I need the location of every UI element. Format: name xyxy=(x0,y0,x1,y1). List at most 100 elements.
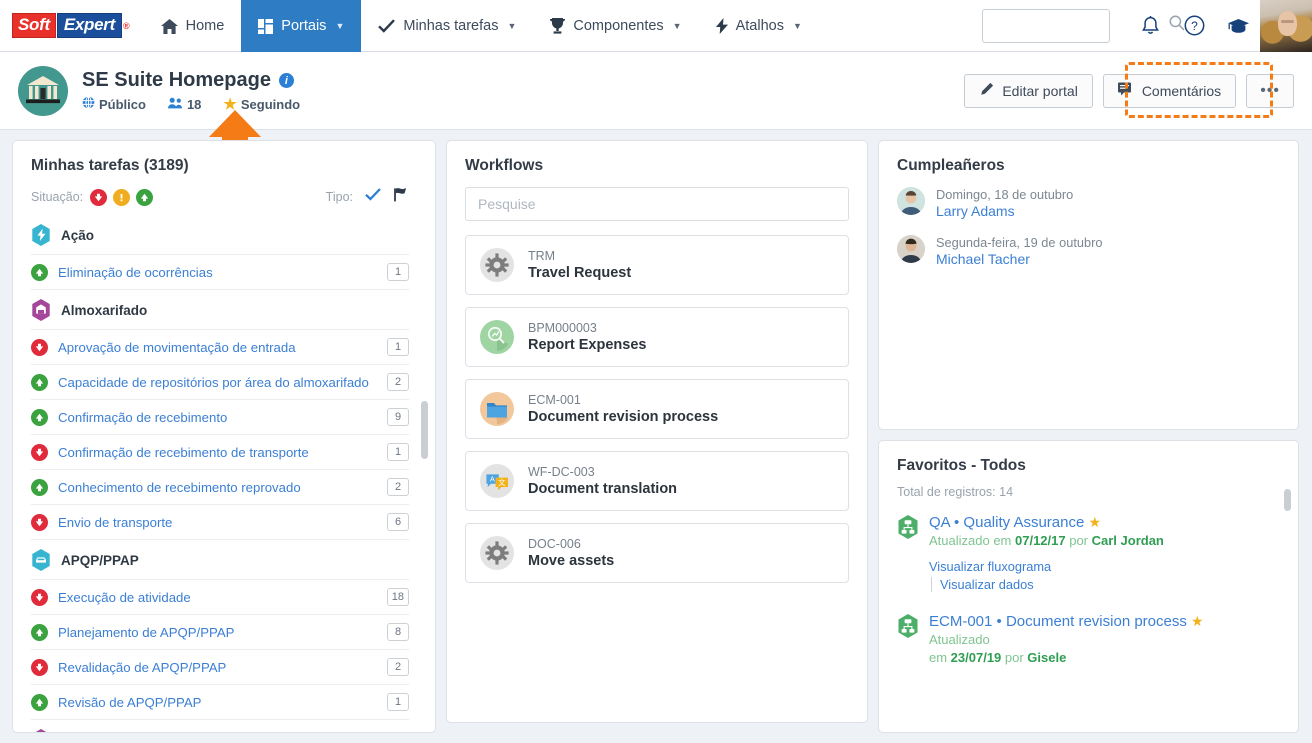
birthday-item[interactable]: Segunda-feira, 19 de outubro Michael Tac… xyxy=(879,233,1298,281)
comment-icon xyxy=(1117,82,1134,99)
bank-building-icon xyxy=(26,75,60,103)
task-name[interactable]: Envio de transporte xyxy=(58,515,377,530)
task-name[interactable]: Planejamento de APQP/PPAP xyxy=(58,625,377,640)
task-status-ontime-icon xyxy=(31,693,48,711)
favorites-scrollbar-thumb[interactable] xyxy=(1284,489,1291,511)
nav-item-portais[interactable]: Portais ▼ xyxy=(241,0,362,52)
workflow-item-text: ECM-001 Document revision process xyxy=(528,393,718,425)
task-row[interactable]: Revisão de APQP/PPAP 1 xyxy=(31,684,409,719)
softexpert-logo[interactable]: Soft Expert ® xyxy=(0,0,144,51)
workflow-item[interactable]: DOC-006 Move assets xyxy=(465,523,849,583)
task-status-late-icon xyxy=(31,338,48,356)
favorite-title[interactable]: ECM-001 • Document revision process ★ xyxy=(929,612,1268,631)
filter-type-task-icon[interactable] xyxy=(365,188,381,206)
help-icon[interactable]: ? xyxy=(1172,0,1216,52)
workflow-name: Document translation xyxy=(528,481,678,497)
task-name[interactable]: Conhecimento de recebimento reprovado xyxy=(58,480,377,495)
task-row[interactable]: Envio de transporte 6 xyxy=(31,504,409,539)
filter-status-ontime-icon[interactable] xyxy=(136,188,154,206)
top-navigation-bar: Soft Expert ® Home Portais ▼ Minhas tarefa… xyxy=(0,0,1312,52)
task-name[interactable]: Confirmação de recebimento xyxy=(58,410,377,425)
favorite-updated-by-label: por xyxy=(1065,533,1092,549)
portal-visibility-label: Público xyxy=(99,96,146,112)
favorite-link-flowchart[interactable]: Visualizar fluxograma xyxy=(929,559,1268,574)
task-status-late-icon xyxy=(31,658,48,676)
global-search[interactable] xyxy=(982,8,1185,43)
bell-icon[interactable] xyxy=(1128,0,1172,52)
birthday-item[interactable]: Domingo, 18 de outubro Larry Adams xyxy=(879,185,1298,233)
more-options-button[interactable]: ••• xyxy=(1246,73,1294,108)
task-row[interactable]: Execução de atividade 18 xyxy=(31,579,409,614)
favorite-link-data[interactable]: Visualizar dados xyxy=(931,577,1268,593)
workflow-item[interactable]: TRM Travel Request xyxy=(465,235,849,295)
portal-following[interactable]: ★ Seguindo xyxy=(223,97,300,112)
task-name[interactable]: Revalidação de APQP/PPAP xyxy=(58,660,377,675)
favorite-updated-prefix: Atualizado em xyxy=(929,533,1015,549)
nav-item-componentes[interactable]: Componentes ▼ xyxy=(533,0,698,52)
favorite-item[interactable]: ECM-001 • Document revision process ★ At… xyxy=(879,602,1298,677)
comments-button[interactable]: Comentários xyxy=(1102,73,1237,108)
workflow-item-text: DOC-006 Move assets xyxy=(528,537,614,569)
workflow-search-input[interactable] xyxy=(478,196,836,212)
grid-icon xyxy=(258,18,274,34)
workflow-item[interactable]: BPM000003 Report Expenses xyxy=(465,307,849,367)
chevron-down-icon: ▼ xyxy=(672,21,682,31)
task-row[interactable]: Capacidade de repositórios por área do a… xyxy=(31,364,409,399)
filter-status-late-icon[interactable] xyxy=(90,188,108,206)
pencil-icon xyxy=(979,82,994,100)
workflow-search[interactable] xyxy=(465,187,849,221)
task-name[interactable]: Execução de atividade xyxy=(58,590,377,605)
task-status-ontime-icon xyxy=(31,478,48,496)
info-icon[interactable]: i xyxy=(278,73,294,88)
workflow-code: WF-DC-003 xyxy=(528,465,595,479)
nav-item-minhas-tarefas[interactable]: Minhas tarefas ▼ xyxy=(361,0,533,52)
task-name[interactable]: Revisão de APQP/PPAP xyxy=(58,695,377,710)
nav-item-atalhos[interactable]: Atalhos ▼ xyxy=(699,0,819,52)
task-row[interactable]: Planejamento de APQP/PPAP 8 xyxy=(31,614,409,649)
workflow-item[interactable]: ECM-001 Document revision process xyxy=(465,379,849,439)
portal-members[interactable]: 18 xyxy=(167,97,201,112)
task-row[interactable]: Revalidação de APQP/PPAP 2 xyxy=(31,649,409,684)
column-middle: Workflows TRM Travel Request xyxy=(446,140,868,723)
task-group-header[interactable]: Arquivo Físico xyxy=(31,719,409,732)
task-group-header[interactable]: Ação xyxy=(31,215,409,254)
task-group-header[interactable]: Almoxarifado xyxy=(31,289,409,329)
task-filters: Situação: Tipo: xyxy=(13,185,435,215)
favorite-title[interactable]: QA • Quality Assurance ★ xyxy=(929,513,1268,532)
graduation-cap-icon[interactable] xyxy=(1216,0,1260,52)
filter-type-flag-icon[interactable] xyxy=(393,187,409,207)
portal-visibility[interactable]: Público xyxy=(82,96,146,112)
task-row[interactable]: Confirmação de recebimento de transporte… xyxy=(31,434,409,469)
user-avatar[interactable] xyxy=(1260,0,1312,52)
task-name[interactable]: Aprovação de movimentação de entrada xyxy=(58,340,377,355)
favorite-updated: Atualizado em 07/12/17 por Carl Jordan xyxy=(929,533,1268,550)
gear-icon xyxy=(480,536,514,570)
birthday-person-name[interactable]: Michael Tacher xyxy=(936,251,1103,267)
task-row[interactable]: Aprovação de movimentação de entrada 1 xyxy=(31,329,409,364)
task-row[interactable]: Eliminação de ocorrências 1 xyxy=(31,254,409,289)
task-name[interactable]: Confirmação de recebimento de transporte xyxy=(58,445,377,460)
task-row[interactable]: Conhecimento de recebimento reprovado 2 xyxy=(31,469,409,504)
edit-portal-button[interactable]: Editar portal xyxy=(964,73,1093,108)
nav-item-portais-label: Portais xyxy=(281,18,327,34)
task-count-badge: 8 xyxy=(387,623,409,641)
task-row[interactable]: Confirmação de recebimento 9 xyxy=(31,399,409,434)
filter-status-warning-icon[interactable] xyxy=(113,188,131,206)
portal-following-label: Seguindo xyxy=(240,96,301,112)
workflows-title: Workflows xyxy=(465,157,544,174)
favorite-item[interactable]: QA • Quality Assurance ★ Atualizado em 0… xyxy=(879,509,1298,602)
task-group-header[interactable]: APQP/PPAP xyxy=(31,539,409,579)
task-group-name: APQP/PPAP xyxy=(61,552,139,568)
favorites-title: Favoritos - Todos xyxy=(897,457,1026,474)
task-scrollbar-thumb[interactable] xyxy=(421,401,428,459)
task-name[interactable]: Eliminação de ocorrências xyxy=(58,265,377,280)
favorite-title-text: ECM-001 • Document revision process xyxy=(929,613,1187,631)
workflow-item[interactable]: A文 WF-DC-003 Document translation xyxy=(465,451,849,511)
task-name[interactable]: Capacidade de repositórios por área do a… xyxy=(58,375,377,390)
birthday-date: Segunda-feira, 19 de outubro xyxy=(936,235,1103,250)
svg-text:文: 文 xyxy=(498,478,506,487)
workflow-item-text: TRM Travel Request xyxy=(528,249,631,281)
birthday-person-name[interactable]: Larry Adams xyxy=(936,203,1073,219)
nav-item-home[interactable]: Home xyxy=(144,0,242,52)
workflow-item-text: BPM000003 Report Expenses xyxy=(528,321,646,353)
